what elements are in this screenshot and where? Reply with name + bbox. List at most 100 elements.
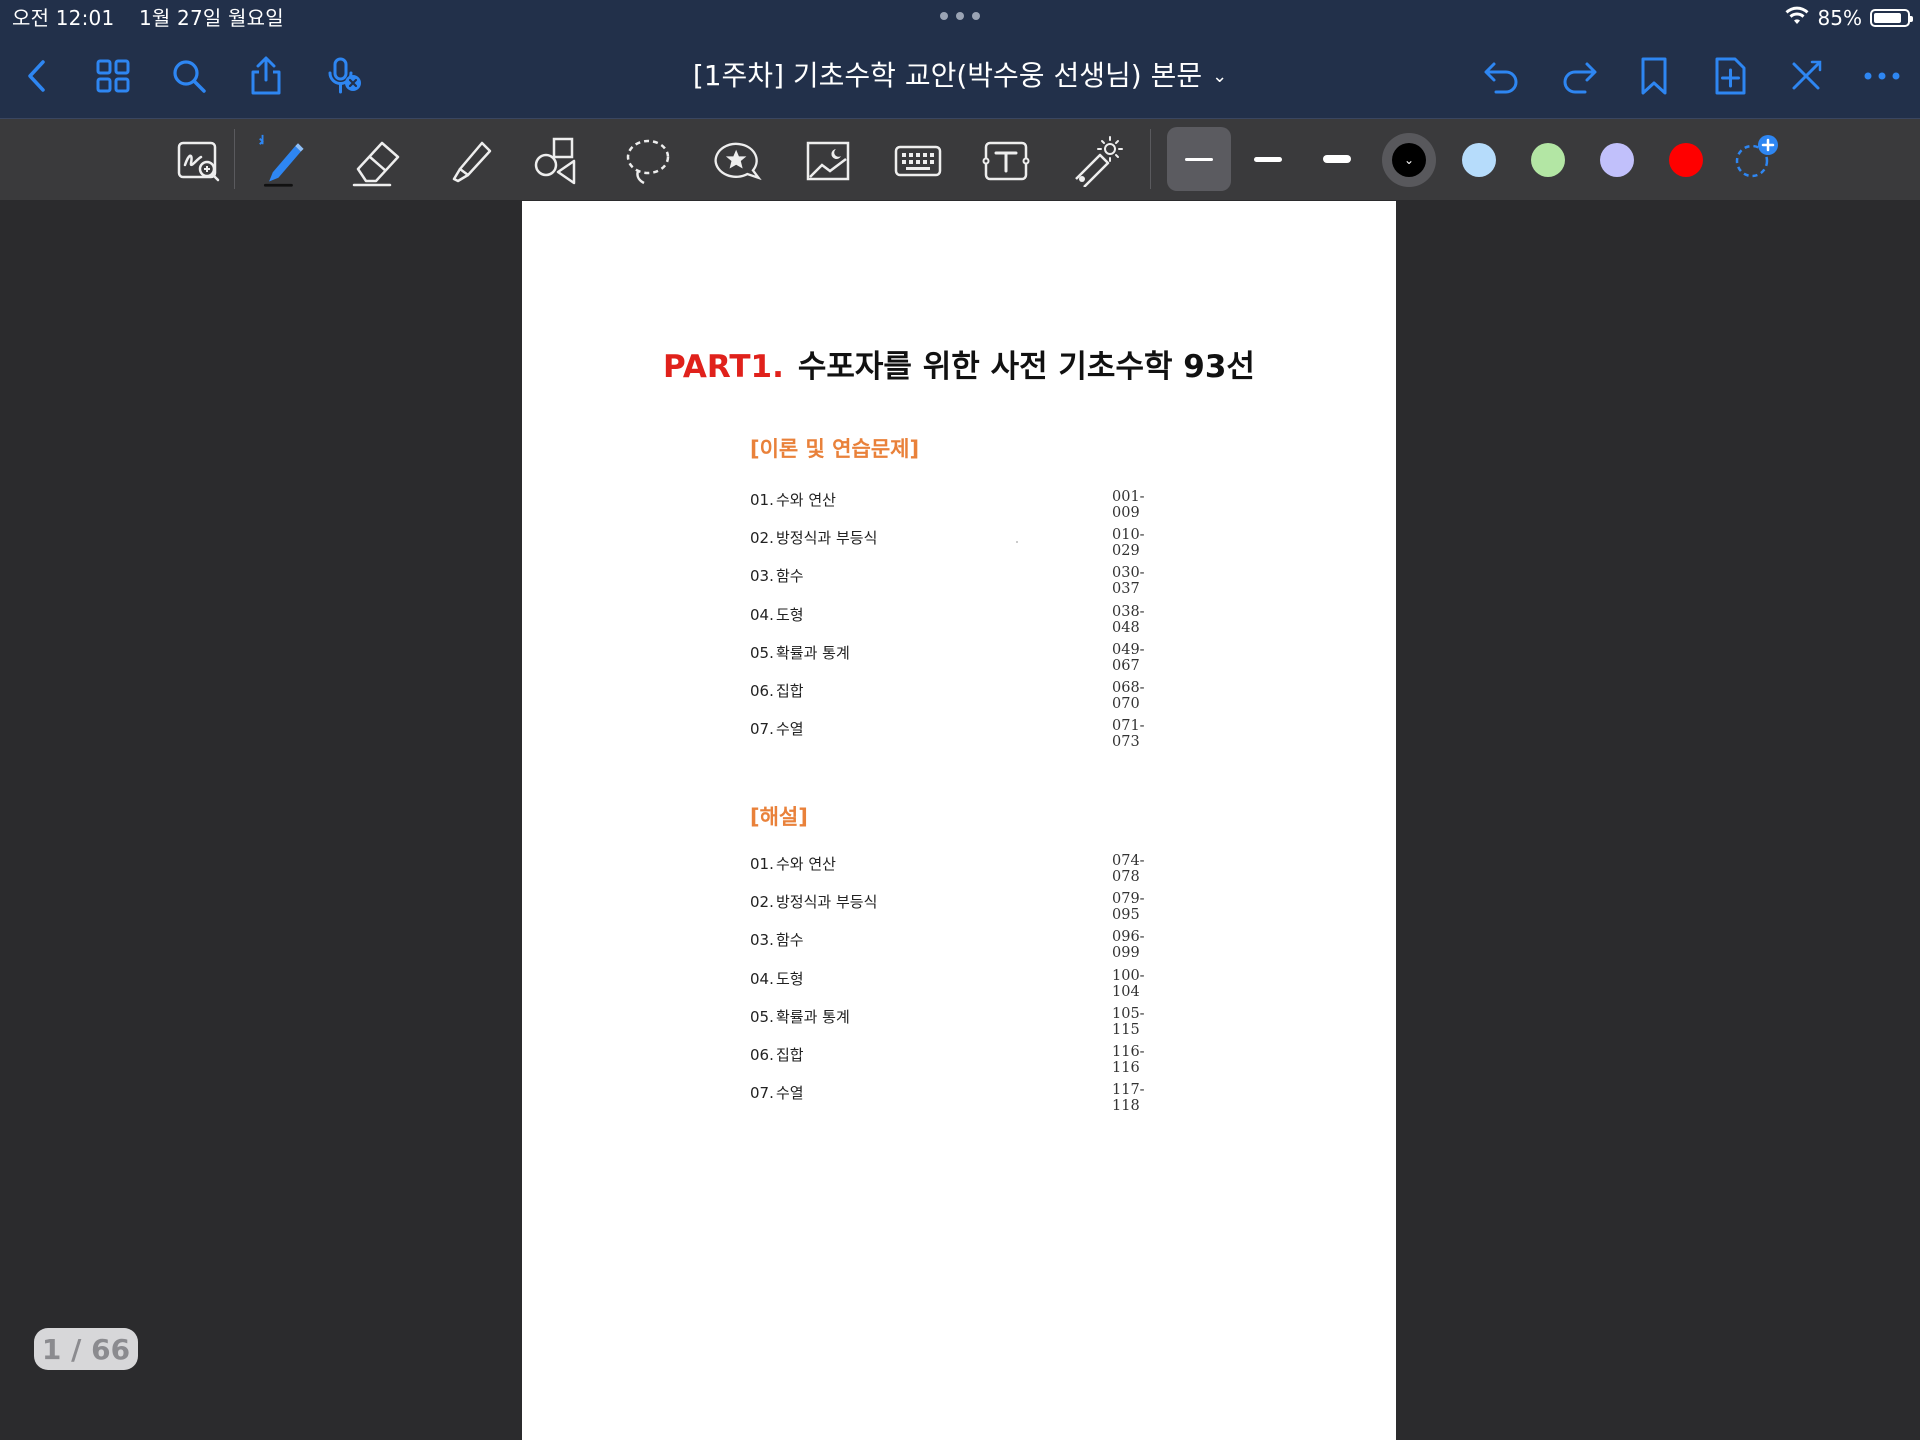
toc-chapter-name: 수와 연산 [776,491,836,509]
stroke-thin-button[interactable] [1167,127,1231,191]
pen-tool[interactable] [256,133,312,189]
microphone-button[interactable] [318,50,370,102]
eraser-tool[interactable] [350,133,406,189]
document-page[interactable]: PART1. 수포자를 위한 사전 기초수학 93선 [이론 및 연습문제] 01… [522,201,1396,1440]
toc-chapter-name: 도형 [776,969,804,988]
toc-number: 05. [750,643,774,662]
toc-chapter-name: 확률과 통계 [776,643,850,662]
add-color-button[interactable] [1726,131,1782,187]
toc-chapter-name: 방정식과 부등식 [776,893,878,912]
lasso-tool[interactable] [620,133,676,189]
keyboard-tool[interactable] [890,133,946,189]
microphone-off-icon [328,57,361,94]
redo-button[interactable] [1553,50,1605,102]
toc-page-range: 096-099 [1112,929,1145,962]
more-icon [1864,72,1900,80]
toc-row[interactable]: 02. 방정식과 부등식 010-029 [750,527,1170,559]
zoom-write-icon [177,141,220,182]
toc-page-range: 105-115 [1112,1005,1145,1038]
toc-number: 02. [750,893,774,912]
toc-row[interactable]: 06. 집합 116-116 [750,1044,1170,1076]
add-page-button[interactable] [1704,50,1756,102]
toc-chapter-name: 확률과 통계 [776,1007,850,1026]
more-button[interactable] [1856,50,1908,102]
chevron-down-icon: ⌄ [1392,143,1426,177]
toc-number: 07. [750,1084,774,1103]
stroke-thick-button[interactable] [1305,127,1369,191]
toc-chapter-name: 도형 [776,605,804,624]
toc-row[interactable]: 07. 수열 071-073 [750,718,1170,750]
document-title-text: [1주차] 기초수학 교안(박수웅 선생님) 본문 [692,59,1203,92]
back-chevron-icon [28,60,45,92]
toc-number: 01. [750,855,774,873]
sticker-tool[interactable] [710,133,766,189]
toc-number: 07. [750,720,774,739]
text-box-tool[interactable] [978,133,1034,189]
shapes-tool[interactable] [530,133,586,189]
toc-row[interactable]: 07. 수열 117-118 [750,1082,1170,1114]
toc-chapter-name: 수열 [776,720,804,739]
toc-page-range: 116-116 [1112,1044,1145,1076]
image-tool[interactable] [800,133,856,189]
color-swatch-lavender[interactable] [1600,143,1634,177]
toc-chapter-name: 수와 연산 [776,855,836,873]
color-swatch-light-blue[interactable] [1462,143,1496,177]
toc-page-range: 068-070 [1112,680,1145,712]
chevron-down-icon: ⌄ [1212,66,1228,87]
toc-row[interactable]: 04. 도형 038-048 [750,604,1170,636]
toc-page-range: 038-048 [1112,603,1145,636]
toc-number: 04. [750,605,774,624]
keyboard-icon [894,145,942,177]
toc-chapter-name: 집합 [776,1046,804,1064]
share-button[interactable] [240,50,292,102]
search-button[interactable] [163,50,215,102]
toolbar-divider [234,129,235,189]
back-button[interactable] [12,50,64,102]
color-swatch-black[interactable]: ⌄ [1382,133,1436,187]
zoom-write-tool[interactable] [171,133,227,189]
toc-page-range: 074-078 [1112,853,1145,885]
toc-row[interactable]: 05. 확률과 통계 049-067 [750,642,1170,674]
toc-number: 06. [750,1046,774,1064]
text-box-icon [982,141,1030,181]
toc-number: 06. [750,682,774,700]
undo-button[interactable] [1476,50,1528,102]
laser-pointer-icon [1075,136,1123,187]
thumbnails-button[interactable] [87,50,139,102]
toc-row[interactable]: 03. 함수 096-099 [750,929,1170,961]
bookmark-button[interactable] [1628,50,1680,102]
toc-number: 05. [750,1007,774,1026]
toc-row[interactable]: 01. 수와 연산 074-078 [750,853,1170,885]
toc-row[interactable]: 04. 도형 100-104 [750,968,1170,1000]
toc-row[interactable]: 03. 함수 030-037 [750,565,1170,597]
page-indicator: 1 / 66 [34,1328,138,1370]
grid-icon [96,59,130,93]
color-swatch-red[interactable] [1669,143,1703,177]
toc-page-range: 049-067 [1112,641,1145,674]
toc-number: 04. [750,969,774,988]
wifi-icon [1784,6,1810,31]
image-icon [806,141,850,181]
toc-page-range: 100-104 [1112,967,1145,1000]
section-title: [해설] [750,805,808,829]
status-indicators: 85% [1784,4,1913,32]
toc-row[interactable]: 02. 방정식과 부등식 079-095 [750,891,1170,923]
close-toolbar-button[interactable] [1780,50,1832,102]
section-title: [이론 및 연습문제] [750,437,920,461]
add-color-icon [1735,135,1778,178]
toc-page-range: 117-118 [1112,1082,1145,1115]
document-title[interactable]: [1주차] 기초수학 교안(박수웅 선생님) 본문 ⌄ [560,54,1360,98]
toc-row[interactable]: 05. 확률과 통계 105-115 [750,1006,1170,1038]
page-speck [1016,541,1018,543]
highlighter-tool[interactable] [442,133,498,189]
toc-page-range: 010-029 [1112,527,1145,560]
stroke-medium-button[interactable] [1236,127,1300,191]
toc-row[interactable]: 06. 집합 068-070 [750,680,1170,712]
toc-row[interactable]: 01. 수와 연산 001-009 [750,489,1170,521]
multitasking-dots-icon[interactable] [940,12,980,22]
battery-percent: 85% [1817,6,1862,30]
color-swatch-light-green[interactable] [1531,143,1565,177]
laser-pointer-tool[interactable] [1068,133,1124,189]
toc-chapter-name: 함수 [776,931,804,950]
toc-chapter-name: 함수 [776,567,804,586]
